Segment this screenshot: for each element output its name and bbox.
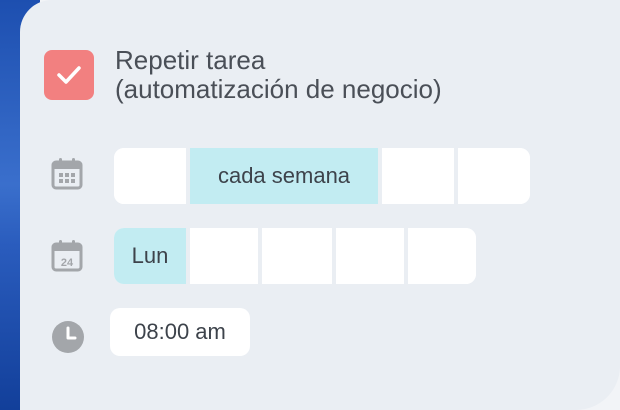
frequency-option-weekly[interactable]: cada semana xyxy=(190,148,382,204)
weekday-option[interactable] xyxy=(190,228,262,284)
time-input[interactable]: 08:00 am xyxy=(110,308,250,356)
repeat-task-label: Repetir tarea (automatización de negocio… xyxy=(115,46,595,104)
calendar-grid-icon xyxy=(51,158,83,190)
repeat-task-title: Repetir tarea xyxy=(115,45,266,75)
repeat-task-checkbox[interactable] xyxy=(44,50,94,100)
repeat-task-subtitle: (automatización de negocio) xyxy=(115,74,442,104)
frequency-selector: cada semana xyxy=(114,148,530,204)
frequency-option[interactable] xyxy=(114,148,190,204)
weekday-option-monday[interactable]: Lun xyxy=(114,228,190,284)
weekday-selector: Lun xyxy=(114,228,476,284)
weekday-option[interactable] xyxy=(336,228,408,284)
calendar-day-number: 24 xyxy=(61,257,74,269)
frequency-option[interactable] xyxy=(458,148,530,204)
weekday-option[interactable] xyxy=(262,228,336,284)
clock-icon xyxy=(52,321,84,353)
calendar-day-icon: 24 xyxy=(51,240,83,272)
frequency-option[interactable] xyxy=(382,148,458,204)
checkmark-icon xyxy=(57,66,81,84)
weekday-option[interactable] xyxy=(408,228,476,284)
